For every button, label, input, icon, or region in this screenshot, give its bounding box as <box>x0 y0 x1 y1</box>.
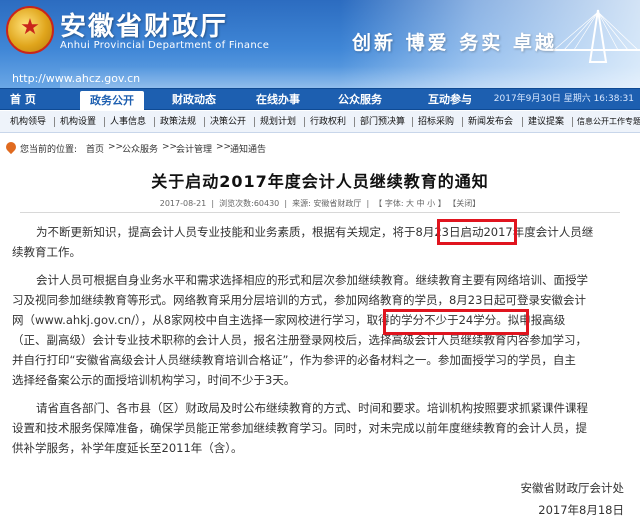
breadcrumb-item-public-services[interactable]: 公众服务 <box>122 142 158 155</box>
subnav-separator <box>354 117 355 127</box>
title-divider <box>20 212 620 213</box>
nav-item-home[interactable]: 首 页 <box>10 89 36 110</box>
subnav-separator <box>154 117 155 127</box>
nav-item-public-services[interactable]: 公众服务 <box>338 89 382 110</box>
subnav-item-plans[interactable]: 规划计划 <box>260 111 296 133</box>
sign-date: 2017年8月18日 <box>538 503 624 517</box>
subnav-separator <box>462 117 463 127</box>
subnav-item-press[interactable]: 新闻发布会 <box>468 111 513 133</box>
subnav-item-admin-rights[interactable]: 行政权利 <box>310 111 346 133</box>
main-nav: 首 页 政务公开 财政动态 在线办事 公众服务 互动参与 2017年9月30日 … <box>0 88 640 110</box>
article-paragraph-1: 为不断更新知识，提高会计人员专业技能和业务素质，根据有关规定，将于8月23日启动… <box>12 222 628 262</box>
subnav-separator <box>572 117 573 127</box>
paragraph-line: 会计人员可根据自身业务水平和需求选择相应的形式和层次参加继续教育。继续教育主要有… <box>36 273 588 287</box>
article-source: 来源: 安徽省财政厅 <box>292 199 362 208</box>
font-size-switcher[interactable]: 【 字体: 大 中 小 】 <box>374 199 445 208</box>
subnav-separator <box>254 117 255 127</box>
subnav-separator <box>412 117 413 127</box>
banner-water <box>60 66 640 88</box>
subnav-separator <box>522 117 523 127</box>
paragraph-line: （正、副高级）会计专业技术职称的会计人员，报名注册登录网校后，选择高级会计人员继… <box>12 333 587 347</box>
breadcrumb: 您当前的位置: 首页 >> 公众服务 >> 会计管理 >> 通知通告 <box>0 139 640 158</box>
site-banner: ★ 安徽省财政厅 Anhui Provincial Department of … <box>0 0 640 88</box>
highlight-box-start-date <box>437 219 517 245</box>
subnav-item-organization[interactable]: 机构设置 <box>60 111 96 133</box>
paragraph-line: 续教育工作。 <box>12 245 81 259</box>
location-pin-icon <box>3 139 19 155</box>
nav-item-participation[interactable]: 互动参与 <box>428 89 472 110</box>
nav-item-government-affairs[interactable]: 政务公开 <box>80 91 144 110</box>
site-subtitle: Anhui Provincial Department of Finance <box>60 40 270 51</box>
subnav-separator <box>204 117 205 127</box>
subnav-item-policies[interactable]: 政策法规 <box>160 111 196 133</box>
article-title: 关于启动2017年度会计人员继续教育的通知 <box>151 172 489 191</box>
paragraph-line: 供补学服务，补学年度延长至2011年（含）。 <box>12 441 243 455</box>
paragraph-line: 为不断更新知识，提高会计人员专业技能和业务素质，根据有关规定，将于8月23日启动… <box>36 225 594 239</box>
article-date: 2017-08-21 <box>159 199 207 208</box>
subnav-separator <box>104 117 105 127</box>
current-datetime: 2017年9月30日 星期六 16:38:31 <box>493 94 634 104</box>
site-slogan: 创新 博爱 务实 卓越 <box>352 32 557 54</box>
article-paragraph-2: 会计人员可根据自身业务水平和需求选择相应的形式和层次参加继续教育。继续教育主要有… <box>12 270 628 390</box>
breadcrumb-item-notices[interactable]: 通知通告 <box>230 142 266 155</box>
breadcrumb-separator: >> <box>162 142 178 152</box>
paragraph-line: 网（www.ahkj.gov.cn/），从8家网校中自主选择一家网校进行学习，取… <box>12 313 566 327</box>
subnav-item-decisions[interactable]: 决策公开 <box>210 111 246 133</box>
paragraph-line: 并自行打印“安徽省高级会计人员继续教育培训合格证”，作为参评的必备材料之一。参加… <box>12 353 576 367</box>
sub-nav: 机构领导 机构设置 人事信息 政策法规 决策公开 规划计划 行政权利 部门预决算… <box>0 111 640 133</box>
paragraph-line: 选择经备案公示的面授培训机构学习，时间不少于3天。 <box>12 373 296 387</box>
article-meta: 2017-08-21 | 浏览次数:60430 | 来源: 安徽省财政厅 | 【… <box>159 199 481 208</box>
subnav-separator <box>54 117 55 127</box>
subnav-item-budgets[interactable]: 部门预决算 <box>360 111 405 133</box>
nav-item-online-services[interactable]: 在线办事 <box>256 89 300 110</box>
breadcrumb-separator: >> <box>108 142 124 152</box>
breadcrumb-separator: >> <box>216 142 232 152</box>
site-url[interactable]: http://www.ahcz.gov.cn <box>12 72 140 85</box>
subnav-item-disclosure[interactable]: 信息公开工作专题 <box>577 111 640 133</box>
breadcrumb-item-accounting[interactable]: 会计管理 <box>176 142 212 155</box>
paragraph-line: 习及视同参加继续教育等形式。网络教育采用分层培训的方式，参加网络教育的学员，8月… <box>12 293 586 307</box>
nav-item-finance-news[interactable]: 财政动态 <box>172 89 216 110</box>
subnav-item-proposals[interactable]: 建议提案 <box>528 111 564 133</box>
subnav-item-personnel[interactable]: 人事信息 <box>110 111 146 133</box>
breadcrumb-item-home[interactable]: 首页 <box>86 142 104 155</box>
national-emblem-icon: ★ <box>6 6 54 54</box>
breadcrumb-label: 您当前的位置: <box>20 145 78 155</box>
article-views: 浏览次数:60430 <box>219 199 280 208</box>
paragraph-line: 请省直各部门、各市县（区）财政局及时公布继续教育的方式、时间和要求。培训机构按照… <box>36 401 588 415</box>
subnav-separator <box>304 117 305 127</box>
site-title[interactable]: 安徽省财政厅 <box>60 6 228 43</box>
subnav-item-leaders[interactable]: 机构领导 <box>10 111 46 133</box>
highlight-box-credits <box>383 309 529 335</box>
article-paragraph-3: 请省直各部门、各市县（区）财政局及时公布继续教育的方式、时间和要求。培训机构按照… <box>12 398 628 458</box>
subnav-item-procurement[interactable]: 招标采购 <box>418 111 454 133</box>
close-link[interactable]: 【关闭】 <box>448 199 480 208</box>
bridge-illustration <box>550 9 640 63</box>
signer: 安徽省财政厅会计处 <box>520 481 625 495</box>
paragraph-line: 设置和技术服务保障准备，确保学员能正常参加继续教育学习。同时，对未完成以前年度继… <box>12 421 587 435</box>
